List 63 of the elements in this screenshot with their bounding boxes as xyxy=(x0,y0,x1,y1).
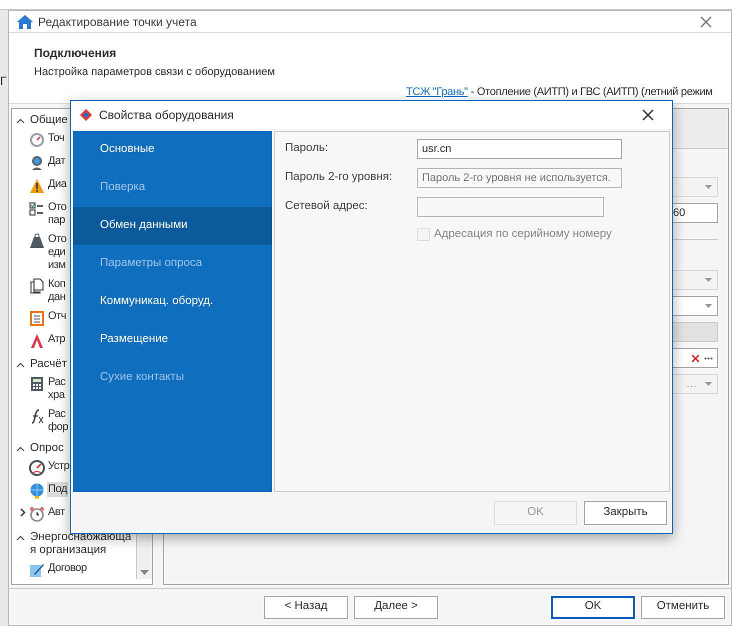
diamond-icon xyxy=(79,108,93,122)
collapse-icon[interactable] xyxy=(16,445,25,454)
window-title: Редактирование точки учета xyxy=(38,14,198,30)
collapse-icon[interactable] xyxy=(16,534,25,543)
scroll-down-icon[interactable] xyxy=(140,570,149,576)
section-title: Подключения xyxy=(34,45,118,61)
tree-item[interactable]: Отч xyxy=(47,309,68,324)
tree-item[interactable]: Рас хра xyxy=(47,375,66,403)
section-subtitle: Настройка параметров связи с оборудованием xyxy=(34,65,276,79)
speedometer-icon xyxy=(29,460,45,476)
group-label[interactable]: Энергоснабжающа я организация xyxy=(30,531,134,557)
tree-item[interactable]: Дат xyxy=(47,154,66,169)
clear-icon[interactable] xyxy=(692,354,699,362)
more-icon[interactable] xyxy=(704,356,713,360)
close-icon[interactable] xyxy=(642,109,654,121)
warning-icon xyxy=(29,178,45,194)
tree-item[interactable]: Устр xyxy=(47,459,70,474)
globe-icon xyxy=(29,483,45,499)
tree-item[interactable]: Под xyxy=(47,482,68,497)
tree-item[interactable]: Авт xyxy=(47,505,66,520)
calculator-icon xyxy=(29,376,45,392)
nav-item[interactable]: Основные xyxy=(73,131,272,169)
footer-button[interactable]: Далее > xyxy=(354,596,438,618)
clipboard-icon xyxy=(29,310,45,326)
footer-button[interactable]: OK xyxy=(551,596,635,618)
collapse-icon[interactable] xyxy=(16,117,25,126)
expand-icon[interactable] xyxy=(18,508,27,517)
tree-item[interactable]: Ото пар xyxy=(47,200,68,228)
tree-item[interactable]: Коп дан xyxy=(47,277,66,305)
footer-button[interactable]: < Назад xyxy=(264,596,348,618)
house-icon xyxy=(16,14,34,30)
function-icon xyxy=(29,408,45,424)
document-pen-icon xyxy=(29,562,45,578)
field-label: Сетевой адрес: xyxy=(285,199,369,214)
tree-item[interactable]: Точ xyxy=(47,131,66,146)
checklist-icon xyxy=(29,201,45,217)
nav-item[interactable]: Размещение xyxy=(73,321,272,359)
object-description: - Отопление (АИТП) и ГВС (АИТП) (летний режим xyxy=(470,85,713,99)
tree-item[interactable]: Диа xyxy=(47,177,68,192)
field-label: Пароль: xyxy=(285,141,330,156)
input-field[interactable]: usr.cn xyxy=(417,139,622,159)
checkbox-label: Адресация по серийному номеру xyxy=(434,227,612,242)
collapse-icon[interactable] xyxy=(16,361,25,370)
footer-button[interactable]: Отменить xyxy=(641,596,725,618)
nav-item[interactable]: Коммуникац. оборуд. xyxy=(73,283,272,321)
nav-item[interactable]: Обмен данными xyxy=(73,207,272,245)
peak-icon xyxy=(29,333,45,349)
dialog-button[interactable]: Закрыть xyxy=(584,501,667,525)
tree-item[interactable]: Атр xyxy=(47,332,66,347)
dropdown-arrow-icon[interactable] xyxy=(705,304,712,308)
background-text: Г xyxy=(0,73,6,90)
alarm-clock-icon xyxy=(29,506,45,522)
tree-item[interactable]: Рас фор xyxy=(47,407,70,435)
dialog-title: Свойства оборудования xyxy=(99,107,235,124)
dialog-button: OK xyxy=(494,501,577,525)
field-label: Пароль 2-го уровня: xyxy=(285,170,394,186)
copy-icon xyxy=(29,278,45,294)
object-link[interactable]: ТСЖ "Грань" xyxy=(406,85,468,99)
tree-item[interactable]: Ото еди изм xyxy=(47,232,68,273)
webcam-icon xyxy=(29,155,45,171)
tree-item[interactable]: Договор xyxy=(47,561,88,576)
gauge-icon xyxy=(29,132,45,148)
weight-icon xyxy=(29,233,45,249)
